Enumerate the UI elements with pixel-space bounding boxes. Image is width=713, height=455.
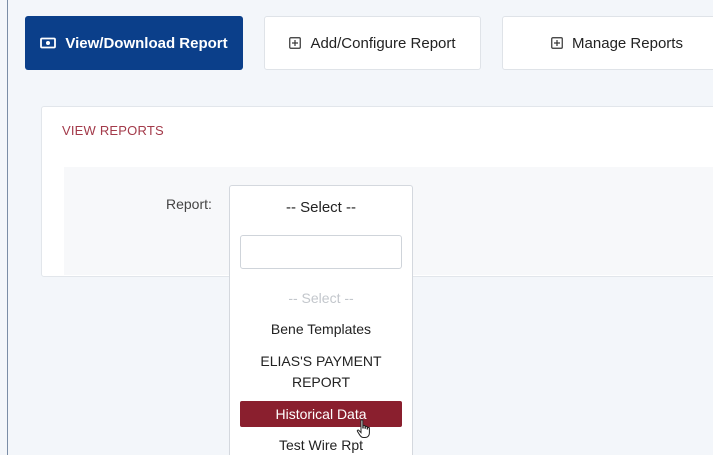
- plus-square-icon: [551, 37, 563, 49]
- card-title: VIEW REPORTS: [62, 123, 164, 138]
- dropdown-option-elias-payment-report[interactable]: ELIAS'S PAYMENT REPORT: [240, 351, 402, 393]
- tab-add-configure-label: Add/Configure Report: [310, 34, 456, 52]
- hand-pointer-icon: [356, 419, 372, 444]
- tab-add-configure-report[interactable]: Add/Configure Report: [264, 16, 481, 70]
- dropdown-option-bene-templates[interactable]: Bene Templates: [240, 319, 402, 339]
- tab-view-download-report[interactable]: View/Download Report: [25, 16, 243, 70]
- plus-square-icon: [289, 37, 302, 49]
- report-select[interactable]: -- Select --: [229, 185, 413, 229]
- dropdown-option-historical-data[interactable]: Historical Data: [240, 401, 402, 427]
- report-select-value: -- Select --: [285, 199, 356, 216]
- tab-view-download-label: View/Download Report: [65, 34, 228, 52]
- report-dropdown: -- Select -- Bene Templates ELIAS'S PAYM…: [229, 228, 413, 455]
- dropdown-option-test-wire-rpt[interactable]: Test Wire Rpt: [240, 435, 402, 455]
- view-report-icon: [40, 37, 57, 49]
- dropdown-option-placeholder[interactable]: -- Select --: [240, 288, 402, 308]
- tab-manage-reports[interactable]: Manage Reports: [502, 16, 713, 70]
- report-label: Report:: [166, 196, 212, 212]
- dropdown-search-input[interactable]: [240, 235, 402, 269]
- tab-manage-reports-label: Manage Reports: [572, 34, 683, 52]
